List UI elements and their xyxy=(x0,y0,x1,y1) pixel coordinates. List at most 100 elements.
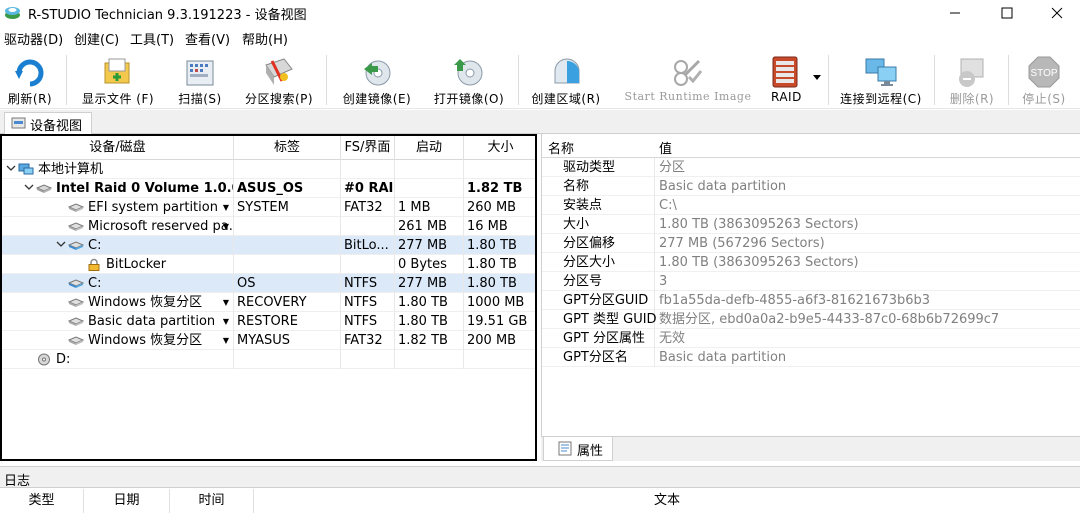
device-name-cell: Microsoft reserved pa... ▼ xyxy=(2,217,234,236)
property-row[interactable]: GPT分区GUID fb1a55da-defb-4855-a6f3-8162167… xyxy=(542,291,1080,310)
properties-icon xyxy=(558,441,572,456)
property-name: GPT分区GUID xyxy=(542,291,655,310)
device-name: Microsoft reserved pa... xyxy=(88,219,234,234)
dropdown-arrow-icon[interactable]: ▼ xyxy=(223,217,229,236)
log-column-date[interactable]: 日期 xyxy=(84,489,170,513)
property-row[interactable]: 大小 1.80 TB (3863095263 Sectors) xyxy=(542,215,1080,234)
toolbar-separator xyxy=(934,55,935,105)
device-label-cell: SYSTEM xyxy=(234,198,341,217)
log-column-type[interactable]: 类型 xyxy=(0,489,84,513)
close-button[interactable] xyxy=(1034,0,1080,25)
property-value: 1.80 TB (3863095263 Sectors) xyxy=(659,217,859,232)
device-label-cell xyxy=(234,255,341,274)
property-name: GPT 类型 GUID xyxy=(542,310,657,329)
raid-icon xyxy=(772,56,798,88)
partition-search-button[interactable]: 分区搜索(P) xyxy=(240,51,318,109)
table-row[interactable]: 本地计算机 xyxy=(2,160,535,179)
scan-button[interactable]: 扫描(S) xyxy=(168,51,232,109)
device-fs-cell xyxy=(341,255,395,274)
device-name: 本地计算机 xyxy=(38,162,104,177)
column-header-label[interactable]: 标签 xyxy=(234,136,341,160)
property-name: 分区偏移 xyxy=(542,234,655,253)
toolbar-separator xyxy=(66,55,67,105)
minimize-button[interactable] xyxy=(932,0,978,25)
table-row[interactable]: D: xyxy=(2,350,535,369)
property-row[interactable]: GPT分区名 Basic data partition xyxy=(542,348,1080,367)
column-header-fs[interactable]: FS/界面 xyxy=(341,136,395,160)
create-region-icon xyxy=(554,58,580,84)
remote-connect-button[interactable]: 连接到远程(C) xyxy=(836,51,926,109)
table-row[interactable]: EFI system partition ▼ SYSTEM FAT32 1 MB 260 … xyxy=(2,198,535,217)
property-value: 1.80 TB (3863095263 Sectors) xyxy=(659,255,859,270)
device-start-cell: 261 MB xyxy=(395,217,464,236)
property-row[interactable]: 安装点 C:\ xyxy=(542,196,1080,215)
column-header-value[interactable]: 值 xyxy=(659,138,672,157)
delete-button[interactable]: 删除(R) xyxy=(942,51,1002,109)
stop-button[interactable]: STOP 停止(S) xyxy=(1014,51,1074,109)
log-column-time[interactable]: 时间 xyxy=(170,489,254,513)
device-fs-cell: FAT32 xyxy=(341,331,395,350)
device-fs-cell: NTFS xyxy=(341,312,395,331)
chevron-down-icon[interactable] xyxy=(812,73,822,81)
menu-drives[interactable]: 驱动器(D) xyxy=(4,29,63,48)
property-name: GPT 分区属性 xyxy=(542,329,655,348)
property-row[interactable]: 分区偏移 277 MB (567296 Sectors) xyxy=(542,234,1080,253)
device-view-icon xyxy=(11,117,26,129)
menu-bar: 驱动器(D) 创建(C) 工具(T) 查看(V) 帮助(H) xyxy=(0,27,1080,49)
column-header-size[interactable]: 大小 xyxy=(464,136,535,160)
dropdown-arrow-icon[interactable]: ▼ xyxy=(223,293,229,312)
table-row[interactable]: Intel Raid 0 Volume 1.0.00ASUS_OS#0 RAID… xyxy=(2,179,535,198)
property-row[interactable]: GPT 类型 GUID 数据分区, ebd0a0a2-b9e5-4433-87c0… xyxy=(542,310,1080,329)
menu-help[interactable]: 帮助(H) xyxy=(242,29,288,48)
dropdown-arrow-icon[interactable]: ▼ xyxy=(223,331,229,350)
table-row[interactable]: Basic data partition ▼ RESTORE NTFS 1.80 TB 1… xyxy=(2,312,535,331)
minimize-icon xyxy=(950,12,960,13)
menu-create[interactable]: 创建(C) xyxy=(74,29,119,48)
log-column-text[interactable]: 文本 xyxy=(254,489,1080,513)
chevron-down-icon[interactable] xyxy=(24,182,34,192)
dropdown-arrow-icon[interactable]: ▼ xyxy=(223,198,229,217)
table-row[interactable]: Microsoft reserved pa... ▼ 261 MB 16 MB xyxy=(2,217,535,236)
create-region-button[interactable]: 创建区域(R) xyxy=(526,51,606,109)
table-row[interactable]: C: OS NTFS 277 MB 1.80 TB xyxy=(2,274,535,293)
property-row[interactable]: GPT 分区属性 无效 xyxy=(542,329,1080,348)
table-row[interactable]: Windows 恢复分区 ▼ MYASUS FAT32 1.82 TB 200 MB xyxy=(2,331,535,350)
property-row[interactable]: 名称 Basic data partition xyxy=(542,177,1080,196)
runtime-image-icon xyxy=(674,59,703,86)
start-runtime-image-button[interactable]: Start Runtime Image xyxy=(620,51,756,109)
raid-button[interactable]: RAID xyxy=(764,51,824,109)
chevron-down-icon[interactable] xyxy=(6,163,16,173)
table-row[interactable]: BitLocker 0 Bytes 1.80 TB xyxy=(2,255,535,274)
stop-icon: STOP xyxy=(1028,56,1060,88)
menu-view[interactable]: 查看(V) xyxy=(185,29,230,48)
column-header-start[interactable]: 启动 xyxy=(395,136,464,160)
dropdown-arrow-icon[interactable]: ▼ xyxy=(223,312,229,331)
device-fs-cell: #0 RAID xyxy=(341,179,395,198)
maximize-button[interactable] xyxy=(984,0,1030,25)
refresh-button[interactable]: 刷新(R) xyxy=(2,51,58,109)
device-name: Basic data partition xyxy=(88,314,216,329)
chevron-down-icon[interactable] xyxy=(56,239,66,249)
open-image-button[interactable]: 打开镜像(O) xyxy=(430,51,508,109)
device-size-cell: 1000 MB xyxy=(467,295,525,310)
show-files-icon xyxy=(104,58,130,84)
column-header-device[interactable]: 设备/磁盘 xyxy=(2,136,234,160)
device-size-cell: 16 MB xyxy=(467,219,508,234)
property-row[interactable]: 分区号 3 xyxy=(542,272,1080,291)
toolbar-separator xyxy=(326,55,327,105)
property-row[interactable]: 分区大小 1.80 TB (3863095263 Sectors) xyxy=(542,253,1080,272)
device-start-cell xyxy=(395,160,464,179)
device-size-cell: 1.82 TB xyxy=(467,181,523,196)
create-image-button[interactable]: 创建镜像(E) xyxy=(336,51,418,109)
refresh-icon xyxy=(15,59,44,87)
column-header-name[interactable]: 名称 xyxy=(548,138,574,157)
table-row[interactable]: C: BitLo... 277 MB 1.80 TB xyxy=(2,236,535,255)
menu-tools[interactable]: 工具(T) xyxy=(130,29,174,48)
table-row[interactable]: Windows 恢复分区 ▼ RECOVERY NTFS 1.80 TB 1000 MB xyxy=(2,293,535,312)
device-name: BitLocker xyxy=(106,257,167,272)
tab-properties[interactable]: 属性 xyxy=(543,437,613,461)
tab-device-view[interactable]: 设备视图 xyxy=(4,112,92,134)
show-files-button[interactable]: 显示文件 (F) xyxy=(74,51,162,109)
property-row[interactable]: 驱动类型 分区 xyxy=(542,158,1080,177)
maximize-icon xyxy=(1001,7,1013,18)
